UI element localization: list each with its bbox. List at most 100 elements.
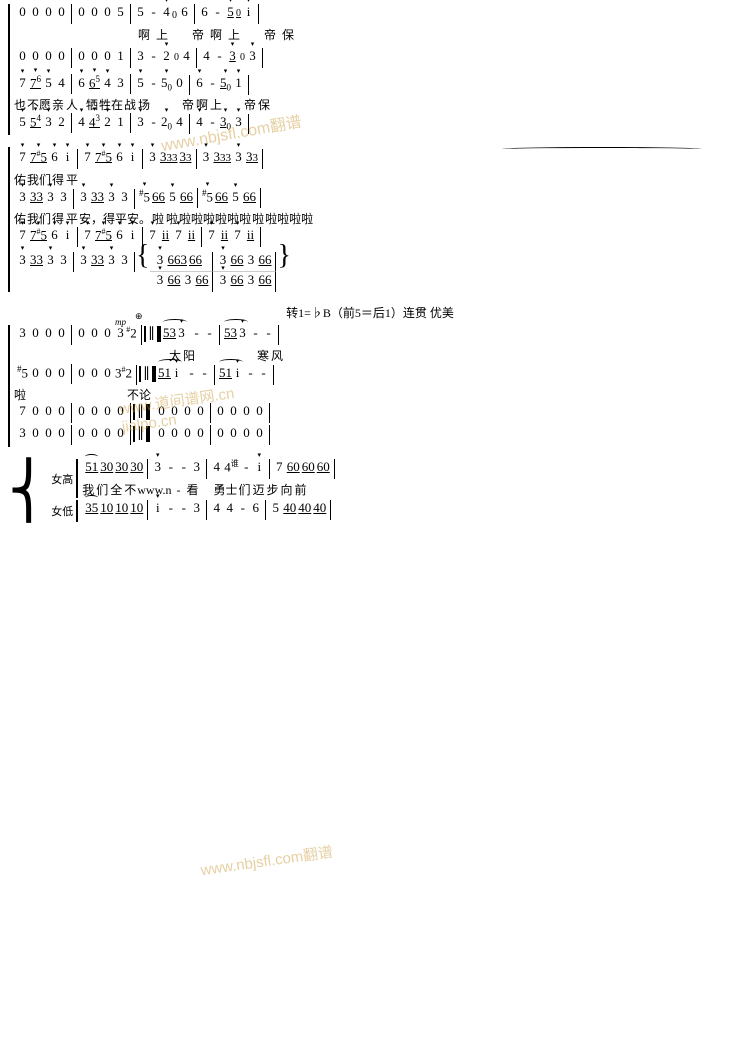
note: 0 [241,425,252,442]
bar-3-7-cont: - - [182,365,215,385]
note: 0 [30,325,41,342]
note: 7 [173,227,184,244]
note: 33 [180,149,192,166]
note: 5 [135,4,146,21]
note: 20 [161,114,172,133]
note: 5 [17,114,28,131]
note: 5 [167,189,178,206]
note: 0 [102,365,113,382]
note: 50 [225,4,241,21]
lyric-3-1: 太 阳 寒 风 [13,347,732,364]
note: 3 [115,75,126,92]
note: 7 [82,149,93,166]
lyric-line-1-3: 也 不愿 亲 人 牺 牲在 战 场 帝 啊 上 帝 保 [13,96,732,113]
note: 7#5 [95,227,112,244]
note: 0 [30,365,41,382]
a-bar-3: 4 4 - 6 [207,500,266,520]
note: 50 [161,75,172,94]
lyric: 迈 [251,481,265,498]
bar-9: 7 76 5 4 [13,74,72,94]
note: 3 [78,189,89,206]
note: - [263,325,274,342]
note: 0 [17,4,28,21]
note: 6 [114,149,125,166]
staff-line-1-1: 0 0 0 0 0 0 0 5 5 - 40 6 6 - 50 i [13,4,732,26]
note: 4 [224,500,235,517]
lyric: 帝 [263,26,277,43]
bar-2-12: 7 ii 7 ii [202,227,261,247]
bar-2-8: #5 66 5 66 [198,188,261,208]
note: 0 [30,425,41,442]
note: 0 [241,403,252,420]
note: 5 [230,189,241,206]
note: - [207,114,218,131]
note: 0 [115,425,126,442]
note: 66 [180,189,193,206]
section-2: 7 7#5 6 i 7 7#5 6 i 3 333 33 3 333 3 33 [8,147,732,292]
section-1: 0 0 0 0 0 0 0 5 5 - 40 6 6 - 50 i [8,4,732,135]
note: 33 [91,252,104,269]
bar-4: 6 - 50 i [195,4,259,24]
bar-2-13: 3 33 3 3 [13,252,74,272]
note: 3 [17,189,28,206]
note: 6 [194,75,205,92]
note: 7 [17,75,28,92]
staff-line-3-1: 3 0 0 0 0 0 0 mp ⊕ 3#2 ∥ 53 3 [13,325,732,347]
note: 0 [156,425,167,442]
bar-2-15b: 3 66 3 66 [150,272,213,292]
lyric: 平 [65,171,79,188]
choir-brace: ⎨ [8,459,49,522]
note: 7 [17,227,28,244]
note: 53 [224,325,237,342]
note: 4 [76,114,87,131]
soprano-staff: 51 30 30 30 3 - - 3 4 [76,459,732,498]
lyric: 牲在 [99,96,123,113]
lyric: 不 [123,481,137,498]
note: 10 [100,500,113,517]
note: - [237,500,248,517]
bar-3: 5 - 40 6 [131,4,195,24]
note: 0 [89,325,100,342]
note: ii [245,227,256,244]
note: #5 [202,188,213,206]
staff-line-1-3: 7 76 5 4 6 65 4 3 5 - 50 0 6 - 50 1 [13,74,732,96]
staff-line-3-3: 7 0 0 0 0 0 0 0 ∥ 0 0 0 0 0 0 0 [13,403,732,425]
note: i [171,365,182,382]
note: 0 [43,325,54,342]
note: 60 [287,459,300,476]
note: 4 [56,75,67,92]
note: 6 [250,500,261,517]
note: 43 [89,113,100,131]
note: 2 [102,114,113,131]
bar-2-1: 7 7#5 6 i [13,149,78,169]
note: 3 [45,189,56,206]
note: 0 [43,403,54,420]
note: 54 [30,113,41,131]
note: 0 [56,325,67,342]
note: - [178,500,189,517]
note: 0 [215,425,226,442]
note: - [191,325,202,342]
bar-3-15: 0 0 0 0 [152,425,211,445]
soprano-arc1: 51 [85,459,98,476]
note: 40 [298,500,311,517]
bar-3-16: 0 0 0 0 [211,425,270,445]
note-with-arc: 53 3 [163,325,187,342]
bar-2-2: 7 7#5 6 i [78,149,143,169]
lyric: 帝 [181,96,195,113]
note: 7 [206,227,217,244]
lyric: 啊 [209,26,223,43]
staff-line-2-1: 7 7#5 6 i 7 7#5 6 i 3 333 33 3 333 3 33 [13,149,732,171]
note: 6 [199,4,210,21]
note: 66 [258,272,271,289]
lyric: 保 [257,96,271,113]
lyric: 啦 [251,210,265,227]
lyric: 勇士 [213,481,237,498]
section-4: ⎨ 女高 51 30 30 30 [8,459,732,522]
section-3: 3 0 0 0 0 0 0 mp ⊕ 3#2 ∥ 53 3 [8,325,732,447]
alto-staff: 35 10 10 10 i - - 3 4 [76,500,732,522]
a-bar-4: 5 40 40 40 [266,500,331,520]
note: 3 [245,272,256,289]
note: 66 [189,252,202,269]
note: 4 [194,114,205,131]
